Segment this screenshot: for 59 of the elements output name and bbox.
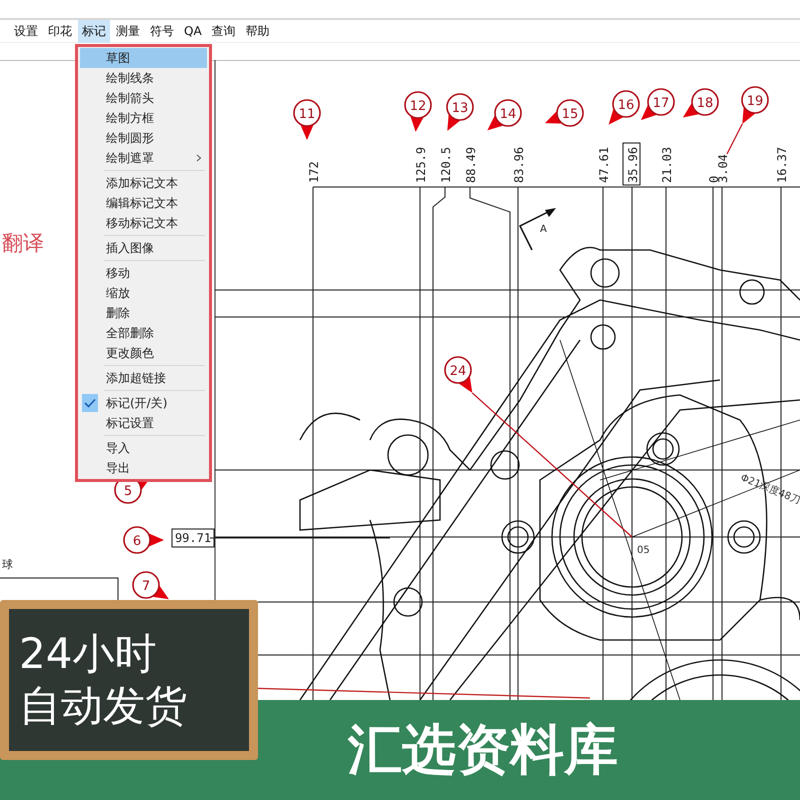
menu-item[interactable]: 缩放	[80, 283, 207, 303]
balloon-callout: 12	[404, 91, 432, 132]
dimension-label: 120.5	[439, 146, 453, 183]
menu-bar-item[interactable]: 符号	[146, 20, 178, 42]
translated-text: 翻译	[2, 231, 44, 255]
dimension-label: 99.71	[172, 528, 214, 548]
menu-item[interactable]: 绘制方框	[80, 108, 207, 128]
balloon-callout: 16	[608, 90, 640, 125]
balloon-callout: 19	[726, 86, 769, 154]
menu-item[interactable]: 草图	[80, 48, 207, 68]
menu-item[interactable]: 添加超链接	[80, 368, 207, 388]
dimension-label: 21.03	[660, 146, 674, 183]
menu-item[interactable]: 更改颜色	[80, 343, 207, 363]
dimension-label: Φ21深度48刀	[738, 472, 800, 506]
menu-item[interactable]: 标记(开/关)	[80, 393, 207, 413]
menu-item[interactable]: 移动	[80, 263, 207, 283]
menu-item[interactable]: 插入图像	[80, 238, 207, 258]
balloon-callout: 13	[446, 93, 474, 131]
balloon-callout: 11	[293, 99, 321, 140]
menu-bar-item[interactable]: QA	[180, 21, 206, 41]
menu-item[interactable]: 添加标记文本	[80, 173, 207, 193]
menu-bar-item[interactable]: 查询	[208, 20, 240, 42]
dimension-label: 125.9	[414, 146, 428, 183]
dimension-label: 16.37	[775, 146, 789, 183]
promo-text: 24小时	[19, 628, 158, 680]
menu-bar-item[interactable]: 测量	[112, 20, 144, 42]
dimension-label: 35.96	[622, 142, 640, 186]
dimension-label: 05	[637, 545, 650, 556]
dimension-label: 83.96	[512, 146, 526, 183]
balloon-callout: 14	[487, 99, 522, 130]
menu-item[interactable]: 删除	[80, 303, 207, 323]
menu-item[interactable]: 标记设置	[80, 413, 207, 433]
menu-bar-item[interactable]: 设置	[10, 20, 42, 42]
menu-bar-item[interactable]: 标记	[78, 20, 110, 42]
menu-item[interactable]: 导入	[80, 438, 207, 458]
menu-item[interactable]: 绘制线条	[80, 68, 207, 88]
balloon-callout: 24	[444, 356, 632, 538]
banner-title: 汇选资料库	[348, 716, 618, 782]
balloon-callout: 18	[682, 88, 719, 118]
dimension-label: 47.61	[597, 146, 611, 183]
balloon-callout: 7	[132, 571, 169, 600]
menu-bar-item[interactable]: 帮助	[242, 20, 274, 42]
dimension-label: 88.49	[464, 146, 478, 183]
balloon-callout: 6	[123, 526, 164, 554]
menu-item[interactable]: 全部删除	[80, 323, 207, 343]
menu-item[interactable]: 绘制圆形	[80, 128, 207, 148]
dimension-label: 172	[307, 161, 321, 183]
view-arrow	[519, 208, 556, 250]
note-text: 球	[2, 558, 13, 571]
menu-item[interactable]: 绘制遮罩	[80, 148, 207, 168]
balloon-callout: 17	[640, 88, 675, 120]
menu-bar-item[interactable]: 印花	[44, 20, 76, 42]
menu-item[interactable]: 绘制箭头	[80, 88, 207, 108]
menu-item[interactable]: 移动标记文本	[80, 213, 207, 233]
section-label: A	[540, 224, 547, 235]
menu-item[interactable]: 编辑标记文本	[80, 193, 207, 213]
menu-item[interactable]: 导出	[80, 458, 207, 478]
promo-text: 自动发货	[19, 680, 188, 732]
balloon-callout: 15	[544, 99, 584, 127]
